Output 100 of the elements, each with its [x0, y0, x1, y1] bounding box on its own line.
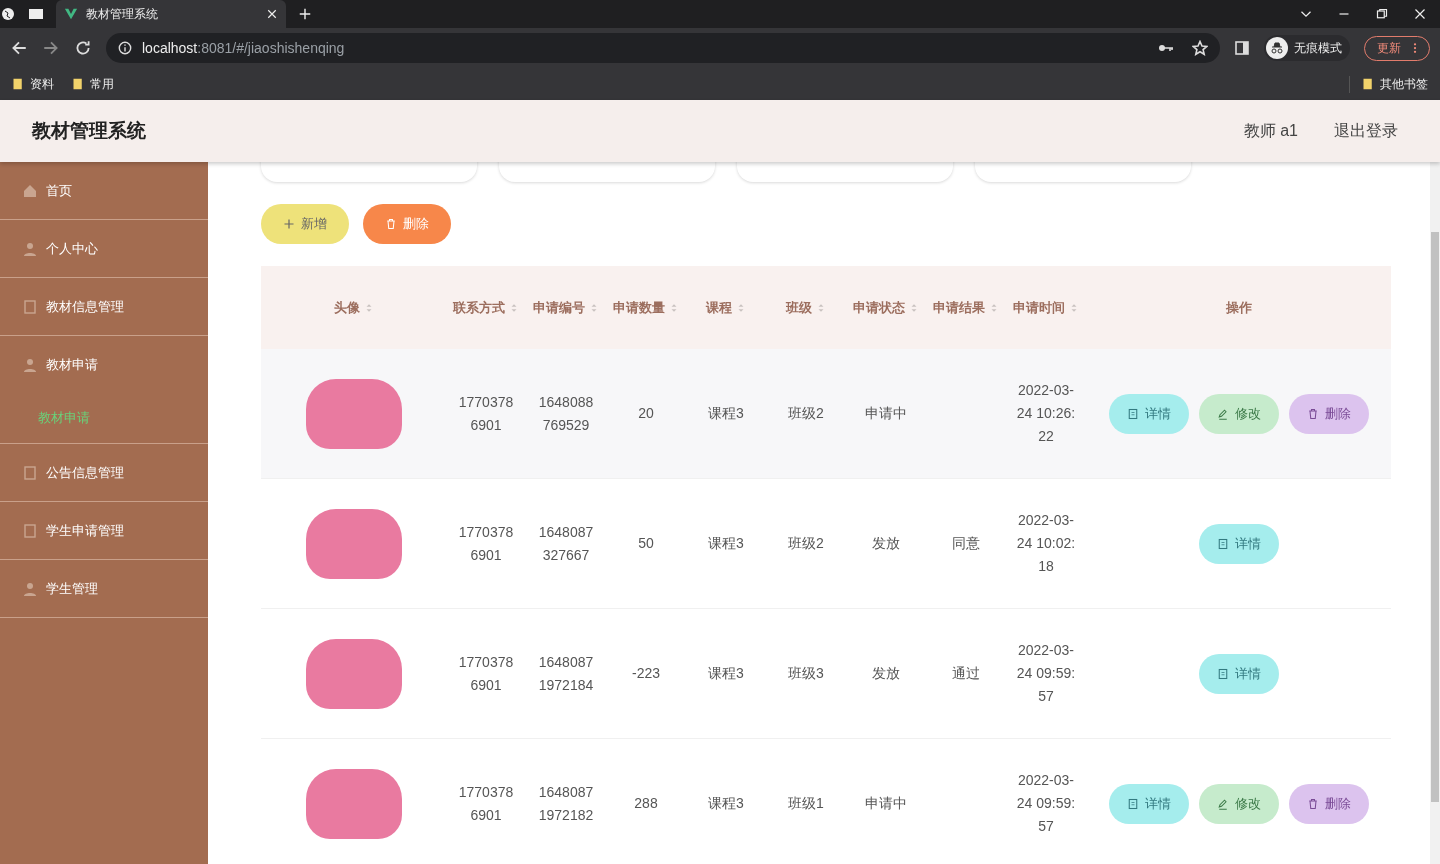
- sort-icon: [816, 302, 826, 313]
- table-cell-text: 课程3: [707, 404, 745, 423]
- plus-icon: [283, 218, 295, 230]
- sort-icon: [909, 302, 919, 313]
- app-title: 教材管理系统: [32, 119, 146, 143]
- column-header[interactable]: 申请编号: [533, 298, 585, 317]
- column-header[interactable]: 联系方式: [453, 298, 505, 317]
- logout-link[interactable]: 退出登录: [1324, 120, 1408, 142]
- side-panel-icon[interactable]: [1234, 40, 1250, 56]
- menu-item[interactable]: 教材申请: [0, 336, 208, 393]
- document-icon: [1126, 797, 1139, 810]
- sort-icon: [736, 302, 746, 313]
- document-icon: [1126, 407, 1139, 420]
- sort-icon: [509, 302, 519, 313]
- edit-button[interactable]: 修改: [1198, 393, 1279, 434]
- table-cell-text: 2022-03-24 10:02:18: [1016, 511, 1076, 576]
- table-cell-text: 1648087327667: [537, 522, 595, 565]
- table-cell-text: 班级3: [787, 664, 825, 683]
- column-header[interactable]: 申请数量: [613, 298, 665, 317]
- table-cell-text: 17703786901: [457, 652, 515, 695]
- document-icon: [1216, 667, 1229, 680]
- table-cell-text: 同意: [951, 534, 981, 553]
- back-icon[interactable]: [10, 39, 28, 57]
- column-header[interactable]: 班级: [786, 298, 812, 317]
- table-cell-text: 2022-03-24 09:59:57: [1016, 771, 1076, 836]
- restore-icon[interactable]: [1376, 8, 1388, 20]
- table-cell-text: 课程3: [707, 534, 745, 553]
- detail-button[interactable]: 详情: [1198, 653, 1279, 694]
- window-icon: [28, 6, 44, 22]
- bookmark[interactable]: 常用: [72, 75, 114, 93]
- delete-button[interactable]: 删除: [1288, 393, 1369, 434]
- table-cell-text: 50: [637, 534, 655, 553]
- folder-icon: [12, 78, 24, 90]
- table-cell-text: 发放: [871, 534, 901, 553]
- trash-icon: [1306, 797, 1319, 810]
- reload-icon[interactable]: [74, 39, 92, 57]
- close-icon[interactable]: [1414, 8, 1426, 20]
- folder-icon: [1362, 78, 1374, 90]
- edit-button[interactable]: 修改: [1198, 783, 1279, 824]
- pencil-icon: [1216, 407, 1229, 420]
- table-cell-text: 17703786901: [457, 392, 515, 435]
- star-icon[interactable]: [1192, 40, 1208, 56]
- detail-button[interactable]: 详情: [1198, 523, 1279, 564]
- person-icon: [22, 240, 38, 257]
- user-name: 教师 a1: [1243, 120, 1298, 141]
- person-icon: [22, 580, 38, 597]
- table-cell-text: 课程3: [707, 794, 745, 813]
- trash-icon: [385, 218, 397, 230]
- pencil-icon: [1216, 797, 1229, 810]
- document-icon: [1216, 537, 1229, 550]
- table-cell-text: 2022-03-24 10:26:22: [1016, 381, 1076, 446]
- table-cell-text: 发放: [871, 664, 901, 683]
- table-cell-text: 288: [633, 794, 659, 813]
- table-cell-text: 16480871972184: [537, 652, 595, 695]
- incognito-profile-button[interactable]: 无痕模式: [1264, 35, 1350, 61]
- column-header[interactable]: 申请时间: [1013, 298, 1065, 317]
- new-tab-icon[interactable]: [298, 7, 312, 21]
- document-icon: [22, 298, 38, 315]
- table-cell-text: 申请中: [864, 794, 908, 813]
- document-icon: [22, 464, 38, 481]
- forward-icon[interactable]: [42, 39, 60, 57]
- submenu-item[interactable]: 教材申请: [0, 393, 208, 443]
- table-cell-text: -223: [631, 664, 661, 683]
- column-header: 操作: [1225, 298, 1252, 317]
- table-cell-text: 17703786901: [457, 522, 515, 565]
- address-bar[interactable]: localhost:8081/#/jiaoshishenqing: [106, 33, 1220, 63]
- column-header[interactable]: 申请状态: [853, 298, 905, 317]
- delete-button[interactable]: 删除: [1288, 783, 1369, 824]
- table-cell-text: 申请中: [864, 404, 908, 423]
- delete-button[interactable]: 删除: [363, 204, 451, 244]
- other-bookmarks[interactable]: 其他书签: [1349, 75, 1428, 93]
- sort-icon: [1069, 302, 1079, 313]
- detail-button[interactable]: 详情: [1108, 393, 1189, 434]
- table-cell-text: 17703786901: [457, 782, 515, 825]
- column-header[interactable]: 课程: [706, 298, 732, 317]
- table-cell-text: 16480871972182: [537, 782, 595, 825]
- add-button[interactable]: 新增: [261, 204, 349, 244]
- home-icon: [22, 182, 38, 199]
- sort-icon: [989, 302, 999, 313]
- folder-icon: [72, 78, 84, 90]
- column-header[interactable]: 申请结果: [933, 298, 985, 317]
- document-icon: [22, 522, 38, 539]
- table-cell-text: 课程3: [707, 664, 745, 683]
- url-text: localhost:8081/#/jiaoshishenqing: [142, 40, 345, 56]
- trash-icon: [1306, 407, 1319, 420]
- table-cell-text: 2022-03-24 09:59:57: [1016, 641, 1076, 706]
- column-header[interactable]: 头像: [333, 298, 360, 317]
- incognito-icon: [1269, 40, 1285, 56]
- sort-icon: [589, 302, 599, 313]
- bookmark[interactable]: 资料: [12, 75, 54, 93]
- table-cell-text: 班级1: [787, 794, 825, 813]
- info-icon: [118, 41, 132, 55]
- detail-button[interactable]: 详情: [1108, 783, 1189, 824]
- table-cell-text: 班级2: [787, 534, 825, 553]
- table-cell-text: 20: [637, 404, 655, 423]
- sort-icon: [669, 302, 679, 313]
- scrollbar-thumb[interactable]: [1431, 232, 1439, 802]
- browser-tab[interactable]: 教材管理系统: [56, 0, 286, 28]
- person-icon: [22, 356, 38, 373]
- close-icon[interactable]: [266, 8, 278, 20]
